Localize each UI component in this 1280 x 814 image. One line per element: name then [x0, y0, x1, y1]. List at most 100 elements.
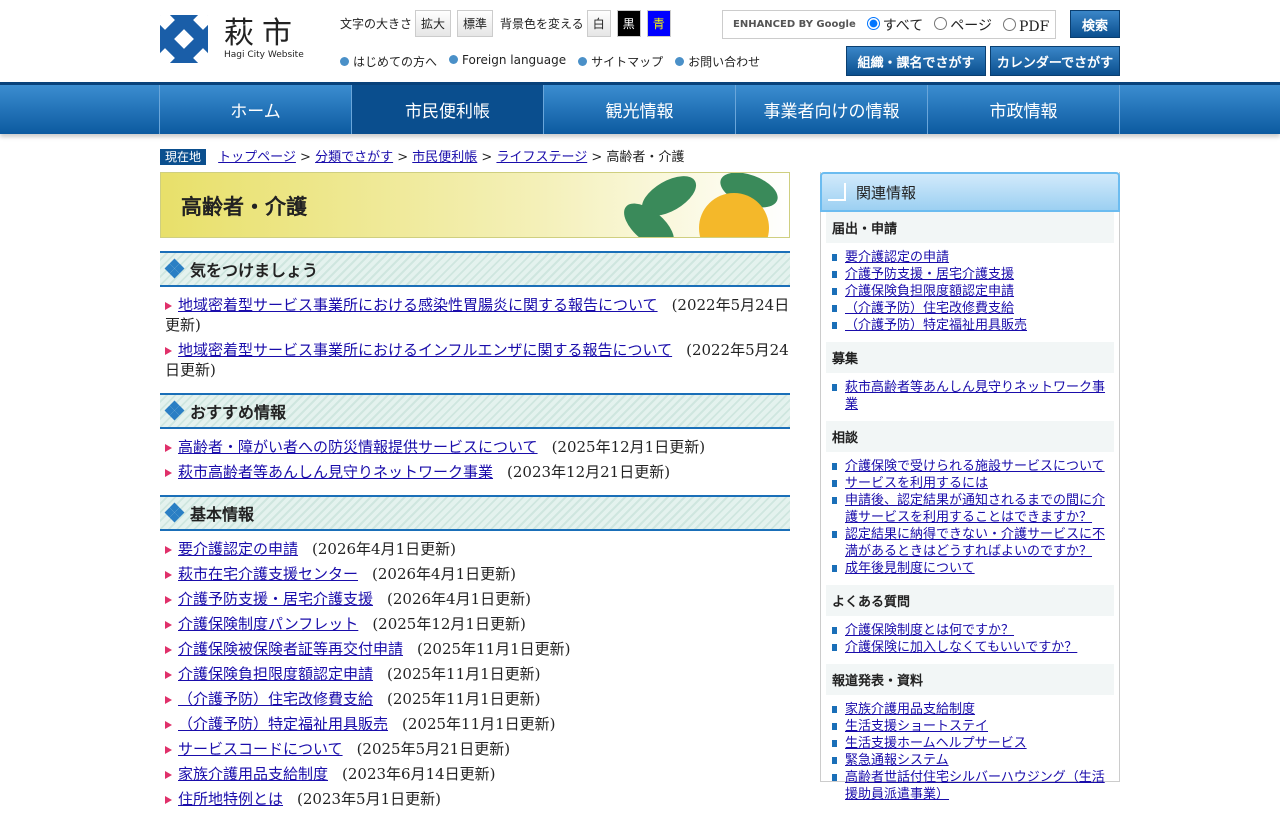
sidebar-item: （介護予防）特定福祉用具販売: [832, 317, 1114, 334]
list-item: 萩市在宅介護支援センター (2026年4月1日更新): [165, 564, 790, 584]
sidebar-link[interactable]: 家族介護用品支給制度: [845, 702, 975, 717]
updated-date: (2023年6月14日更新): [342, 765, 496, 783]
article-link[interactable]: 萩市高齢者等あんしん見守りネットワーク事業: [178, 463, 493, 481]
sidebar-link[interactable]: 高齢者世話付住宅シルバーハウジング（生活援助員派遣事業）: [845, 770, 1105, 802]
sidebar-link[interactable]: 申請後、認定結果が通知されるまでの間に介護サービスを利用することはできますか？: [845, 493, 1105, 525]
font-normal-button[interactable]: 標準: [457, 10, 494, 37]
updated-date: (2025年12月1日更新): [372, 615, 526, 633]
sidebar-link[interactable]: 萩市高齢者等あんしん見守りネットワーク事業: [845, 380, 1105, 412]
link-foreign-language[interactable]: Foreign language: [449, 53, 566, 70]
list-item: 萩市高齢者等あんしん見守りネットワーク事業 (2023年12月21日更新): [165, 462, 790, 482]
article-list: 高齢者・障がい者への防災情報提供サービスについて (2025年12月1日更新) 萩市…: [160, 437, 790, 482]
link-contact[interactable]: お問い合わせ: [675, 53, 760, 70]
updated-date: (2026年4月1日更新): [387, 590, 531, 608]
sidebar-link[interactable]: 介護保険制度とは何ですか？: [845, 623, 1014, 638]
sidebar-link[interactable]: 介護保険で受けられる施設サービスについて: [845, 459, 1105, 474]
article-link[interactable]: 要介護認定の申請: [178, 540, 298, 558]
nav-citizen-guide[interactable]: 市民便利帳: [352, 85, 544, 134]
breadcrumb-link[interactable]: 分類でさがす: [315, 150, 393, 165]
breadcrumb: 現在地 トップページ > 分類でさがす > 市民便利帳 > ライフステージ > …: [160, 146, 1120, 168]
search-input[interactable]: ENHANCED BY Google すべて ページ PDF: [722, 10, 1056, 39]
nav-business[interactable]: 事業者向けの情報: [736, 85, 928, 134]
nav-tourism[interactable]: 観光情報: [544, 85, 736, 134]
sidebar-link[interactable]: 生活支援ホームヘルプサービス: [845, 736, 1027, 751]
calendar-search-button[interactable]: カレンダーでさがす: [990, 46, 1120, 76]
bg-white-button[interactable]: 白: [586, 10, 611, 37]
org-search-button[interactable]: 組織・課名でさがす: [846, 46, 986, 76]
article-link[interactable]: 介護予防支援・居宅介護支援: [178, 590, 373, 608]
sidebar-item: 介護予防支援・居宅介護支援: [832, 266, 1114, 283]
sidebar-item: 申請後、認定結果が通知されるまでの間に介護サービスを利用することはできますか？: [832, 492, 1114, 526]
article-link[interactable]: 住所地特例とは: [178, 790, 283, 808]
updated-date: (2025年11月1日更新): [402, 715, 556, 733]
sidebar-link[interactable]: （介護予防）特定福祉用具販売: [845, 318, 1027, 333]
list-item: 介護保険負担限度額認定申請 (2025年11月1日更新): [165, 664, 790, 684]
search-button[interactable]: 検索: [1070, 10, 1120, 38]
link-first-time[interactable]: はじめての方へ: [340, 53, 437, 70]
sidebar-link[interactable]: サービスを利用するには: [845, 476, 988, 491]
sidebar-link[interactable]: 生活支援ショートステイ: [845, 719, 988, 734]
sidebar-item: 介護保険に加入しなくてもいいですか？: [832, 639, 1114, 656]
sidebar-group: 募集萩市高齢者等あんしん見守りネットワーク事業: [826, 342, 1114, 413]
article-link[interactable]: （介護予防）特定福祉用具販売: [178, 715, 388, 733]
list-item: 介護保険制度パンフレット (2025年12月1日更新): [165, 614, 790, 634]
sidebar-group-title: 届出・申請: [826, 212, 1114, 243]
sidebar-item: 家族介護用品支給制度: [832, 701, 1114, 718]
global-nav: ホーム 市民便利帳 観光情報 事業者向けの情報 市政情報: [0, 82, 1280, 134]
sidebar-item: 緊急通報システム: [832, 752, 1114, 769]
article-link[interactable]: 介護保険制度パンフレット: [178, 615, 358, 633]
sidebar-link[interactable]: 介護保険に加入しなくてもいいですか？: [845, 640, 1077, 655]
article-link[interactable]: 介護保険負担限度額認定申請: [178, 665, 373, 683]
sidebar-link[interactable]: 認定結果に納得できない・介護サービスに不満があるときはどうすればよいのですか？: [845, 527, 1105, 559]
nav-home[interactable]: ホーム: [160, 85, 352, 134]
article-link[interactable]: 地域密着型サービス事業所における感染性胃腸炎に関する報告について: [178, 296, 658, 314]
sidebar-item: 認定結果に納得できない・介護サービスに不満があるときはどうすればよいのですか？: [832, 526, 1114, 560]
link-sitemap[interactable]: サイトマップ: [578, 53, 663, 70]
search-scope-pdf[interactable]: PDF: [998, 15, 1049, 35]
list-item: 介護予防支援・居宅介護支援 (2026年4月1日更新): [165, 589, 790, 609]
article-link[interactable]: 地域密着型サービス事業所におけるインフルエンザに関する報告について: [178, 341, 672, 359]
bg-blue-button[interactable]: 青: [646, 10, 671, 37]
updated-date: (2023年12月21日更新): [507, 463, 671, 481]
related-info-sidebar: 関連情報 届出・申請 要介護認定の申請 介護予防支援・居宅介護支援 介護保険負担限度額…: [820, 172, 1120, 802]
article-link[interactable]: 介護保険被保険者証等再交付申請: [178, 640, 403, 658]
sidebar-link[interactable]: 介護予防支援・居宅介護支援: [845, 267, 1014, 282]
article-link[interactable]: 萩市在宅介護支援センター: [178, 565, 358, 583]
list-item: （介護予防）特定福祉用具販売 (2025年11月1日更新): [165, 714, 790, 734]
updated-date: (2025年11月1日更新): [387, 665, 541, 683]
sidebar-item: サービスを利用するには: [832, 475, 1114, 492]
article-link[interactable]: 家族介護用品支給制度: [178, 765, 328, 783]
breadcrumb-link[interactable]: トップページ: [218, 150, 296, 165]
font-large-button[interactable]: 拡大: [415, 10, 452, 37]
sidebar-link[interactable]: （介護予防）住宅改修費支給: [845, 301, 1014, 316]
updated-date: (2025年11月1日更新): [417, 640, 571, 658]
article-link[interactable]: （介護予防）住宅改修費支給: [178, 690, 373, 708]
breadcrumb-link[interactable]: ライフステージ: [496, 150, 587, 165]
sidebar-link[interactable]: 要介護認定の申請: [845, 250, 949, 265]
list-item: 要介護認定の申請 (2026年4月1日更新): [165, 539, 790, 559]
article-link[interactable]: 高齢者・障がい者への防災情報提供サービスについて: [178, 438, 538, 456]
logo-kanji: 萩市: [224, 16, 300, 51]
sidebar-item: 介護保険で受けられる施設サービスについて: [832, 458, 1114, 475]
list-item: 高齢者・障がい者への防災情報提供サービスについて (2025年12月1日更新): [165, 437, 790, 457]
sidebar-link[interactable]: 成年後見制度について: [845, 561, 975, 576]
sidebar-link[interactable]: 介護保険負担限度額認定申請: [845, 284, 1014, 299]
sidebar-group-title: 募集: [826, 342, 1114, 373]
breadcrumb-link[interactable]: 市民便利帳: [412, 150, 477, 165]
list-item: 家族介護用品支給制度 (2023年6月14日更新): [165, 764, 790, 784]
sidebar-group: よくある質問 介護保険制度とは何ですか？ 介護保険に加入しなくてもいいですか？: [826, 585, 1114, 656]
sidebar-group-title: 相談: [826, 421, 1114, 452]
site-logo[interactable]: 萩市 Hagi City Website: [160, 15, 304, 63]
bg-black-button[interactable]: 黒: [616, 10, 641, 37]
diamond-icon: [164, 400, 185, 421]
bg-color-label: 背景色を変える: [500, 17, 584, 31]
sidebar-link[interactable]: 緊急通報システム: [845, 753, 949, 768]
search-scope-page[interactable]: ページ: [929, 14, 992, 35]
breadcrumb-here-label: 現在地: [160, 149, 207, 165]
sidebar-group-title: 報道発表・資料: [826, 664, 1114, 695]
nav-city-admin[interactable]: 市政情報: [928, 85, 1120, 134]
article-link[interactable]: サービスコードについて: [178, 740, 343, 758]
article-list: 要介護認定の申請 (2026年4月1日更新) 萩市在宅介護支援センター (2026年4…: [160, 539, 790, 809]
search-scope-all[interactable]: すべて: [862, 14, 923, 35]
sidebar-item: 要介護認定の申請: [832, 249, 1114, 266]
